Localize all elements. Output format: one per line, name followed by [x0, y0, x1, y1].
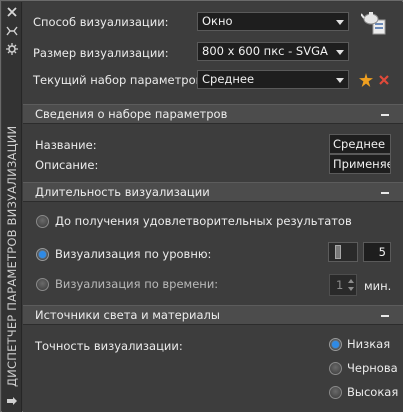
- chevron-down-icon: [336, 50, 344, 55]
- duration-option-label: До получения удовлетворительных результа…: [55, 214, 352, 228]
- palette-title: ДИСПЕТЧЕР ПАРАМЕТРОВ ВИЗУАЛИЗАЦИИ: [5, 125, 19, 387]
- preset-value: Среднее: [202, 72, 255, 86]
- preset-label: Текущий набор параметров:: [33, 73, 207, 87]
- time-unit-label: мин.: [364, 279, 392, 293]
- render-mode-label: Способ визуализации:: [33, 15, 169, 29]
- time-value: 1: [336, 278, 344, 292]
- accuracy-draft-radio[interactable]: [329, 362, 342, 375]
- accuracy-option-label: Чернова: [347, 361, 398, 375]
- render-settings-palette: ДИСПЕТЧЕР ПАРАМЕТРОВ ВИЗУАЛИЗАЦИИ Способ…: [0, 0, 403, 412]
- lights-materials-section-header[interactable]: Источники света и материалы: [23, 305, 403, 325]
- section-title: Сведения о наборе параметров: [35, 107, 228, 121]
- render-size-dropdown[interactable]: 800 x 600 пкс - SVGA: [197, 42, 349, 61]
- render-size-label: Размер визуализации:: [33, 46, 169, 60]
- accuracy-option-label: Низкая: [347, 337, 391, 351]
- preset-description-label: Описание:: [35, 158, 99, 172]
- accuracy-option-label: Высокая: [347, 385, 399, 399]
- duration-by-time-radio[interactable]: [36, 278, 49, 291]
- settings-panel: Способ визуализации: Окно Размер визуали…: [23, 2, 403, 412]
- section-title: Источники света и материалы: [35, 308, 220, 322]
- delete-x-icon[interactable]: [378, 74, 394, 90]
- chevron-down-icon: [336, 20, 344, 25]
- level-value-field[interactable]: 5: [363, 242, 391, 262]
- properties-icon[interactable]: [4, 43, 20, 57]
- slider-thumb[interactable]: [335, 245, 341, 259]
- preset-name-label: Название:: [35, 138, 97, 152]
- chevron-down-icon: [336, 78, 344, 83]
- render-size-value: 800 x 600 пкс - SVGA: [202, 44, 328, 58]
- render-teapot-icon[interactable]: [360, 9, 389, 37]
- preset-description-field[interactable]: Применяет: [329, 154, 391, 174]
- render-accuracy-label: Точность визуализации:: [35, 339, 183, 353]
- render-mode-value: Окно: [202, 14, 233, 28]
- spin-down-icon[interactable]: [348, 287, 354, 291]
- collapse-icon[interactable]: [381, 114, 389, 116]
- preset-dropdown[interactable]: Среднее: [197, 70, 349, 89]
- palette-corner-icon: [6, 396, 18, 406]
- preset-name-field[interactable]: Среднее: [329, 134, 391, 154]
- spin-up-icon[interactable]: [348, 279, 354, 283]
- accuracy-low-radio[interactable]: [329, 338, 342, 351]
- duration-option-label: Визуализация по времени:: [55, 277, 219, 291]
- palette-title-strip[interactable]: ДИСПЕТЧЕР ПАРАМЕТРОВ ВИЗУАЛИЗАЦИИ: [2, 2, 22, 412]
- time-spinner[interactable]: 1: [329, 274, 357, 296]
- collapse-icon[interactable]: [381, 192, 389, 194]
- preset-info-section-header[interactable]: Сведения о наборе параметров: [23, 104, 403, 124]
- duration-by-level-radio[interactable]: [36, 248, 49, 261]
- collapse-icon[interactable]: [381, 315, 389, 317]
- render-mode-dropdown[interactable]: Окно: [197, 12, 349, 31]
- duration-option-label: Визуализация по уровню:: [55, 247, 212, 261]
- star-icon[interactable]: [359, 73, 375, 89]
- auto-hide-icon[interactable]: [4, 25, 20, 39]
- duration-until-satisfactory-radio[interactable]: [36, 215, 49, 228]
- close-x-icon[interactable]: [4, 6, 20, 20]
- accuracy-high-radio[interactable]: [329, 386, 342, 399]
- duration-section-header[interactable]: Длительность визуализации: [23, 182, 403, 202]
- section-title: Длительность визуализации: [35, 185, 210, 199]
- level-slider[interactable]: [328, 242, 358, 262]
